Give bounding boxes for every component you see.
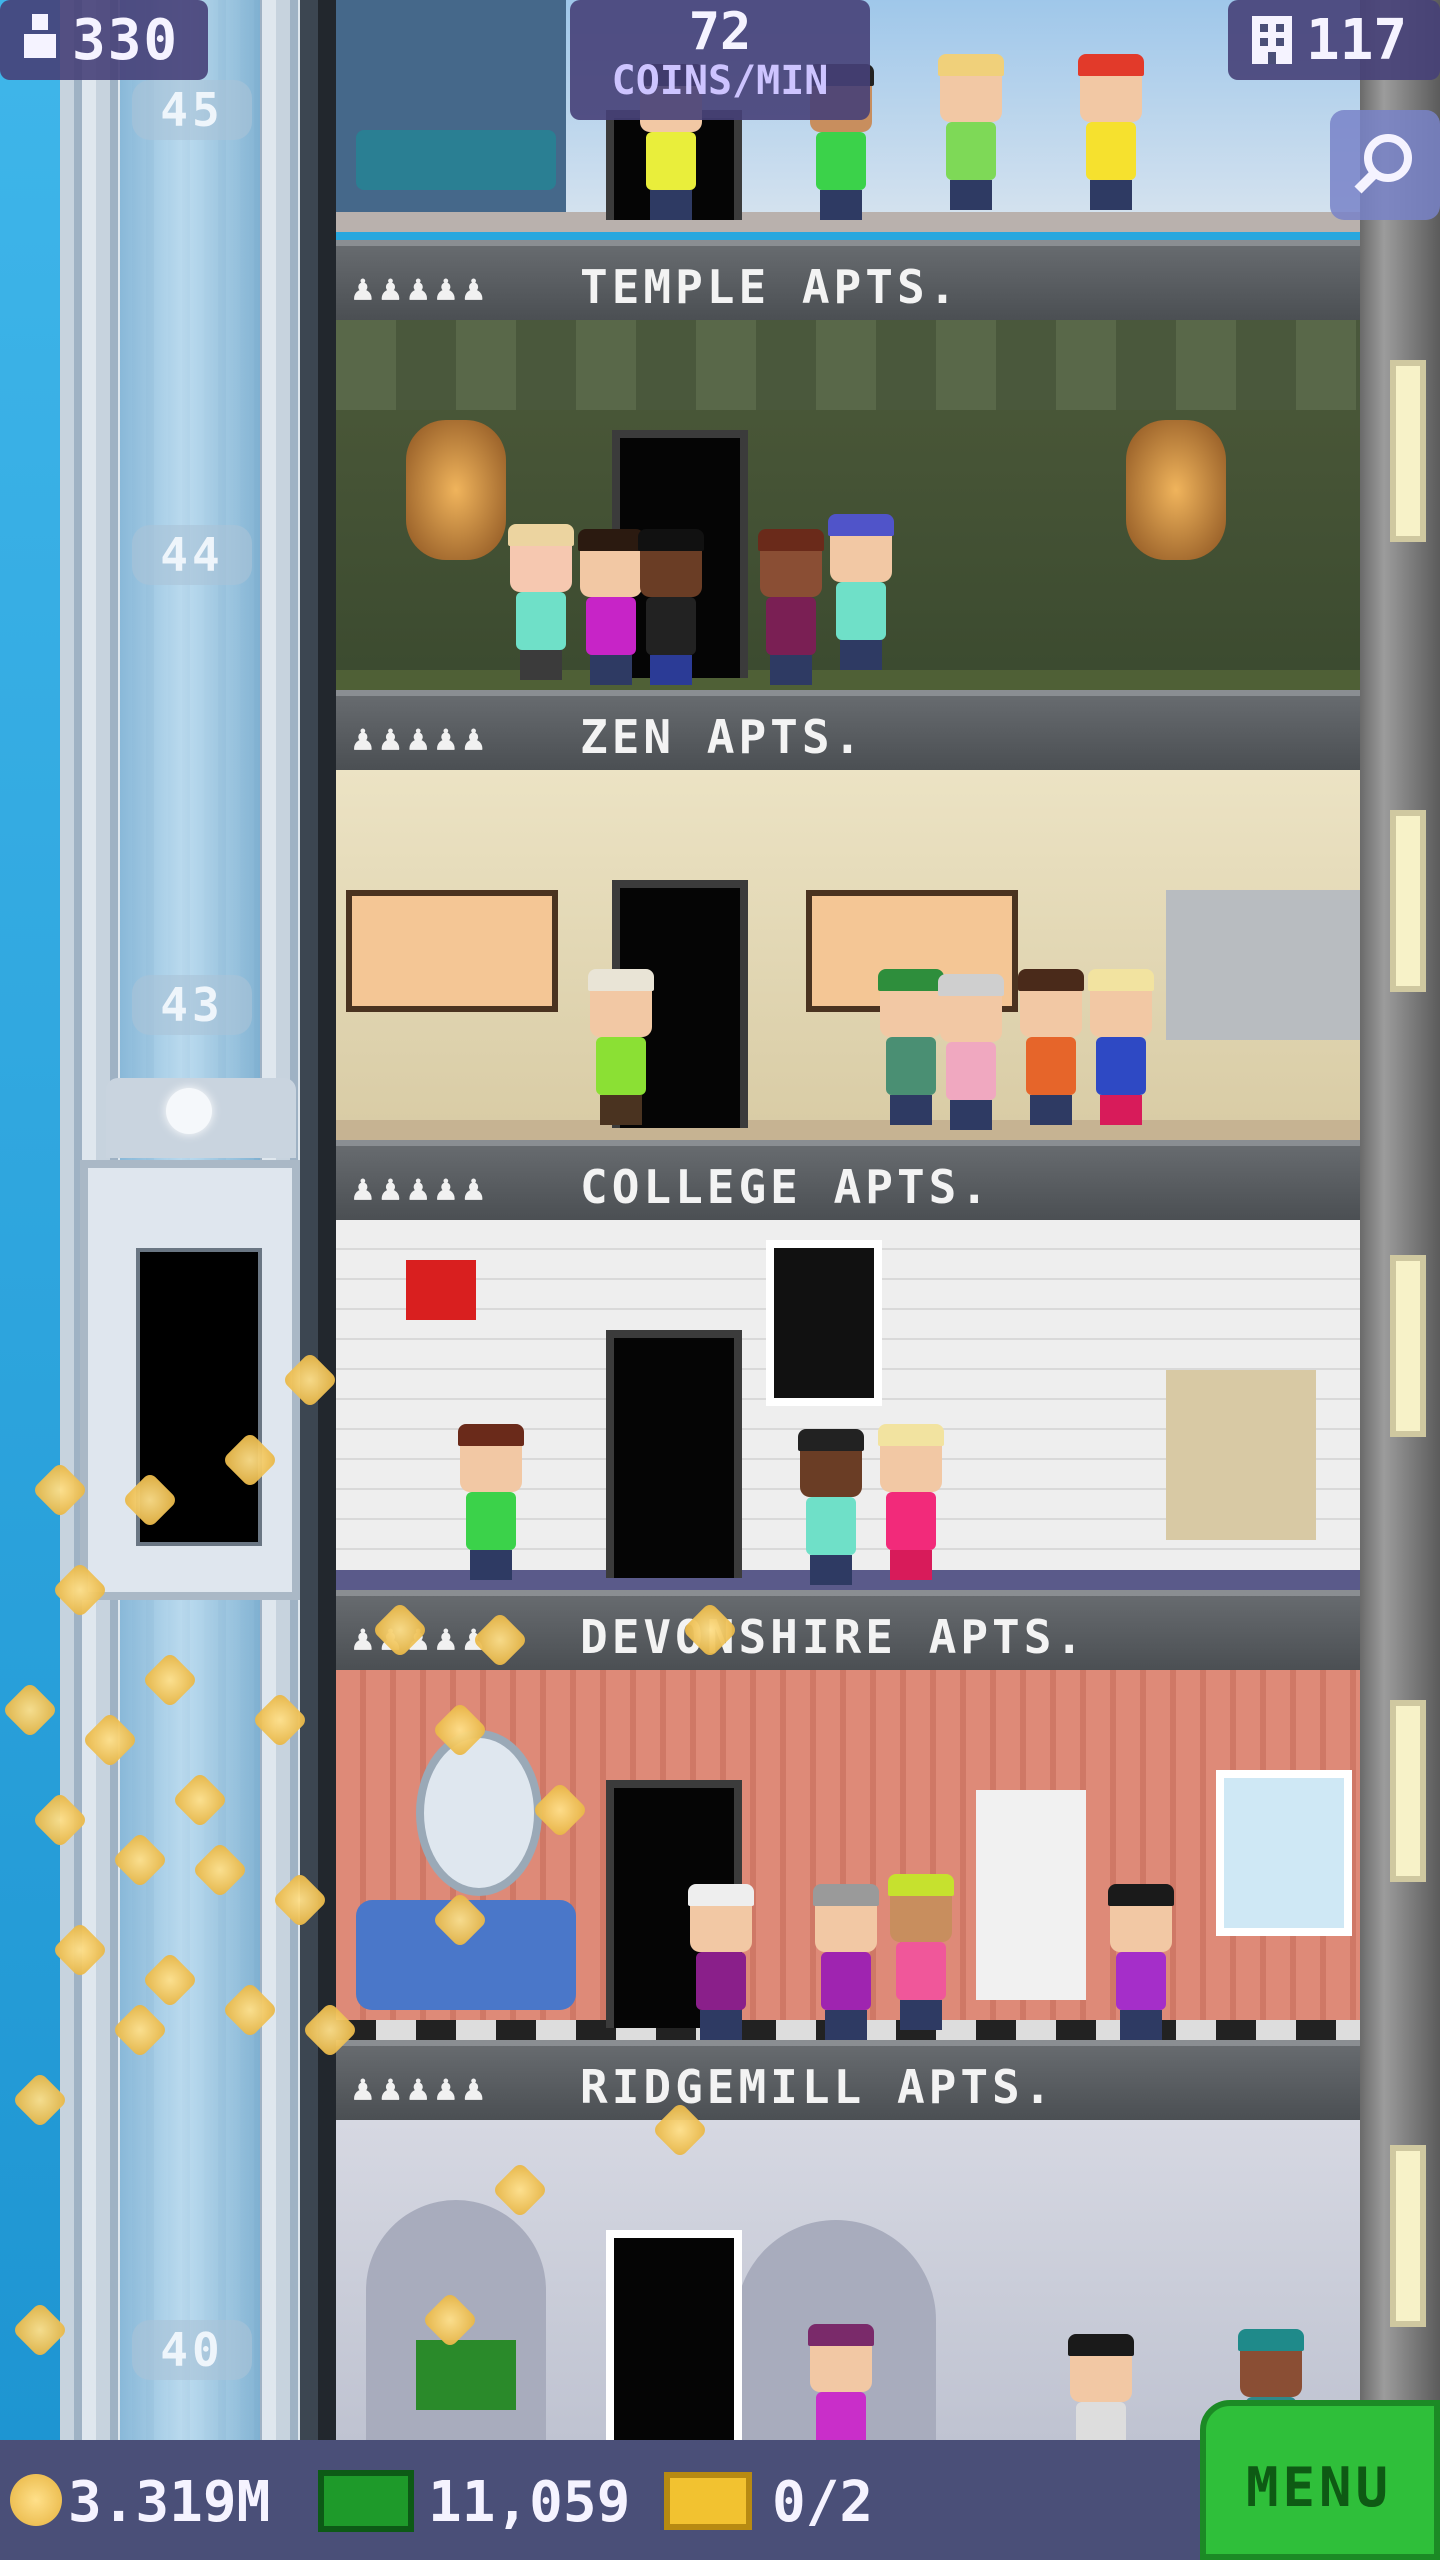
- cash-icon: [318, 2470, 414, 2532]
- floor-banner-college[interactable]: ♟♟♟♟♟ COLLEGE APTS.: [336, 1140, 1360, 1220]
- shaft-floor-number: 45: [132, 80, 252, 140]
- resident[interactable]: [936, 54, 1006, 210]
- resident[interactable]: [1076, 54, 1146, 210]
- floor-name: COLLEGE APTS.: [580, 1160, 993, 1214]
- mirror-decoration: [416, 1730, 542, 1896]
- shaft-floor-number: 40: [132, 2320, 252, 2380]
- resident[interactable]: [1086, 969, 1156, 1125]
- coins-value: 3.319M: [68, 2470, 271, 2535]
- residents-icons: ♟♟♟♟♟: [352, 2068, 491, 2109]
- sky-background: [0, 0, 60, 2440]
- statue-head-decoration: [1126, 420, 1226, 560]
- floors-value: 117: [1306, 8, 1408, 73]
- resident[interactable]: [811, 1884, 881, 2040]
- resident[interactable]: [686, 1884, 756, 2040]
- shaft-rail: [300, 0, 318, 2440]
- floor-room-college[interactable]: [336, 1220, 1360, 1590]
- person-icon: [20, 12, 60, 62]
- floor-room-temple[interactable]: [336, 320, 1360, 690]
- resident[interactable]: [876, 1424, 946, 1580]
- resident[interactable]: [636, 529, 706, 685]
- resident[interactable]: [506, 524, 576, 680]
- residents-icons: ♟♟♟♟♟: [352, 268, 491, 309]
- floor-name: DEVONSHIRE APTS.: [580, 1610, 1088, 1664]
- coins-per-min-panel: 72 COINS/MIN: [570, 0, 870, 120]
- magnifier-icon: [1350, 128, 1420, 202]
- window-decoration: [1216, 1770, 1352, 1936]
- building-icon: [1250, 14, 1294, 66]
- coins-per-min-value: 72: [688, 2, 752, 62]
- floors-counter[interactable]: 117: [1228, 0, 1440, 80]
- room-door: [606, 2230, 742, 2440]
- floor-name: RIDGEMILL APTS.: [580, 2060, 1056, 2114]
- population-counter[interactable]: 330: [0, 0, 208, 80]
- resident[interactable]: [886, 1874, 956, 2030]
- shaft-rail: [318, 0, 336, 2440]
- ticket-icon: [664, 2472, 752, 2530]
- floor-banner-temple[interactable]: ♟♟♟♟♟ TEMPLE APTS.: [336, 240, 1360, 320]
- statue-head-decoration: [406, 420, 506, 560]
- pennant-decoration: [406, 1260, 476, 1320]
- shaft-floor-number: 44: [132, 525, 252, 585]
- resident[interactable]: [1106, 1884, 1176, 2040]
- tower-window: [1390, 1255, 1426, 1437]
- elevator-light: [166, 1088, 212, 1134]
- resident[interactable]: [796, 1429, 866, 1585]
- bux-value: 11,059: [428, 2470, 631, 2535]
- poster-decoration: [766, 1240, 882, 1406]
- tv-decoration: [416, 2340, 516, 2410]
- tower-window: [1390, 2145, 1426, 2327]
- resident[interactable]: [1066, 2334, 1136, 2440]
- resident[interactable]: [806, 2324, 876, 2440]
- desk-computer: [1166, 1370, 1316, 1540]
- fridge-decoration: [976, 1790, 1086, 2000]
- tower-window: [1390, 810, 1426, 992]
- resident[interactable]: [586, 969, 656, 1125]
- floor-banner-zen[interactable]: ♟♟♟♟♟ ZEN APTS.: [336, 690, 1360, 770]
- elevator-car[interactable]: [80, 1078, 300, 1600]
- resident[interactable]: [456, 1424, 526, 1580]
- floor-room-ridgemill[interactable]: [336, 2120, 1360, 2440]
- tower-window: [1390, 1700, 1426, 1882]
- floor-name: ZEN APTS.: [580, 710, 866, 764]
- menu-button-label: MENU: [1246, 2456, 1393, 2519]
- resident[interactable]: [1016, 969, 1086, 1125]
- floor-name: TEMPLE APTS.: [580, 260, 961, 314]
- menu-button[interactable]: MENU: [1200, 2400, 1440, 2560]
- population-value: 330: [72, 8, 180, 73]
- tower-window: [1390, 360, 1426, 542]
- shaft-floor-number: 43: [132, 975, 252, 1035]
- residents-icons: ♟♟♟♟♟: [352, 1168, 491, 1209]
- tickets-value: 0/2: [772, 2470, 874, 2535]
- search-button[interactable]: [1330, 110, 1440, 220]
- coins-per-min-label: COINS/MIN: [611, 58, 829, 104]
- coin-icon: [10, 2474, 62, 2526]
- resident[interactable]: [936, 974, 1006, 1130]
- resident[interactable]: [756, 529, 826, 685]
- floor-banner-ridgemill[interactable]: ♟♟♟♟♟ RIDGEMILL APTS.: [336, 2040, 1360, 2120]
- floor-room-devonshire[interactable]: [336, 1670, 1360, 2040]
- floor-room-zen[interactable]: [336, 770, 1360, 1140]
- residents-icons: ♟♟♟♟♟: [352, 718, 491, 759]
- resident[interactable]: [826, 514, 896, 670]
- room-door: [606, 1330, 742, 1578]
